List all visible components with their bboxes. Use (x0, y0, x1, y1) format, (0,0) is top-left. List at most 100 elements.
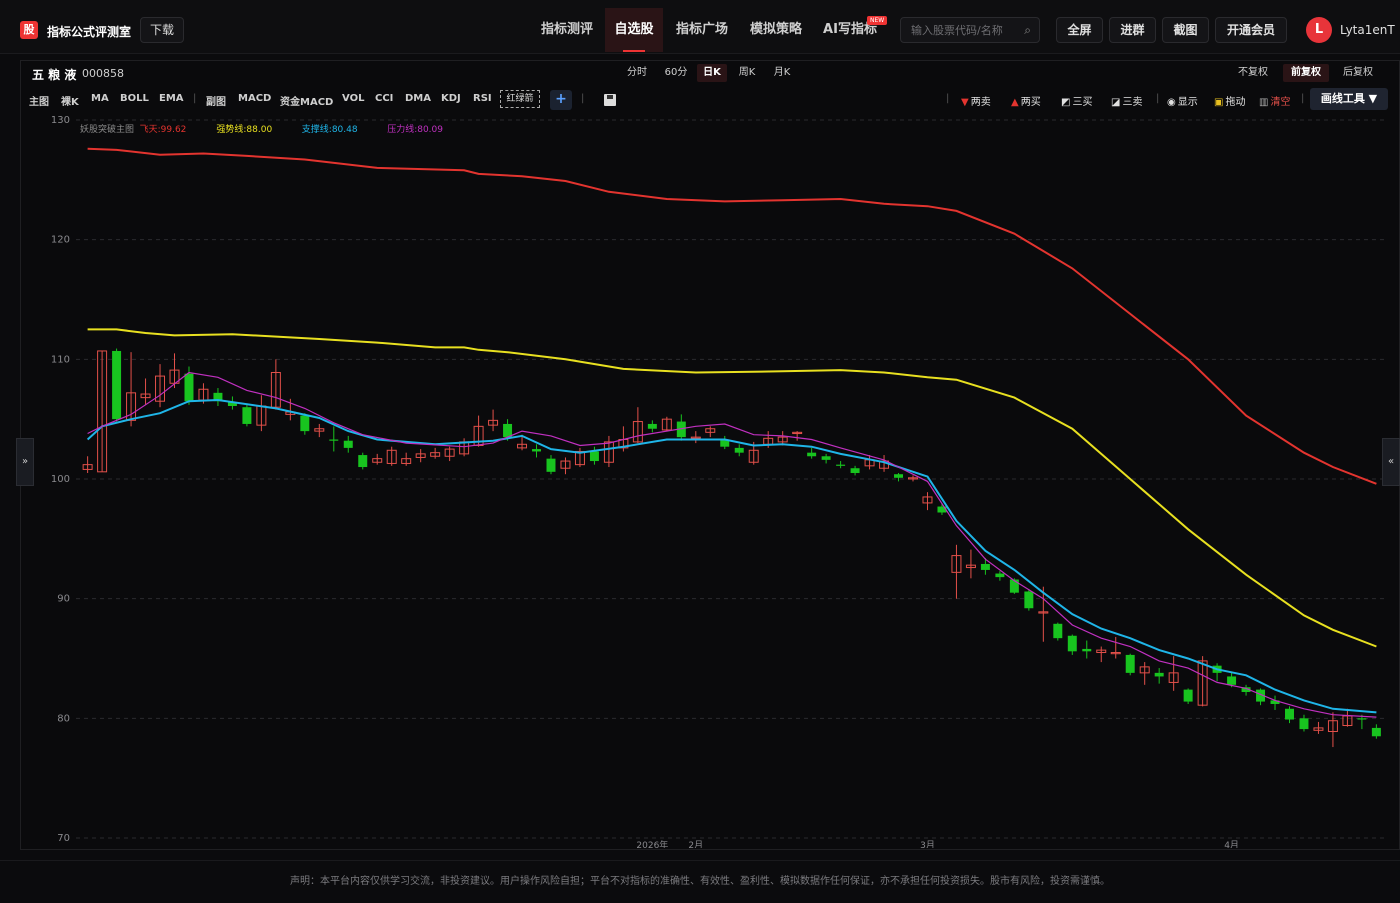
candle-body-down (894, 474, 904, 478)
stock-search[interactable]: ⌕ (900, 17, 1040, 43)
period-weekly[interactable]: 周K (733, 64, 761, 82)
legend-item: 飞天:99.62 (140, 124, 187, 135)
adjust-forward[interactable]: 前复权 (1283, 64, 1329, 82)
toolbar-separator: | (1156, 93, 1160, 104)
search-icon[interactable]: ⌕ (1024, 23, 1031, 38)
drawing-tools-dropdown[interactable]: 画线工具 ▼ (1310, 88, 1388, 110)
legend-item: 压力线:80.09 (387, 123, 443, 135)
candle-body-down (995, 573, 1005, 578)
screenshot-button[interactable]: 截图 (1162, 17, 1209, 43)
tool-show[interactable]: ◉ 显示 (1167, 93, 1198, 108)
legend-item: 支撑线:80.48 (302, 123, 358, 135)
candle-body-down (1082, 648, 1092, 652)
candle-body-down (343, 440, 353, 448)
indicator-ema[interactable]: EMA (159, 93, 184, 104)
tool-three-buy-label: 三买 (1072, 97, 1093, 108)
eye-icon: ◉ (1167, 97, 1176, 108)
fullscreen-button[interactable]: 全屏 (1056, 17, 1103, 43)
candle-body-down (358, 455, 368, 468)
y-tick-label: 80 (57, 713, 70, 724)
candle-body-down (734, 447, 744, 453)
toolbar-separator: | (946, 93, 950, 104)
indicator-macd[interactable]: MACD (238, 93, 271, 104)
stock-code: 000858 (82, 67, 124, 80)
y-tick-label: 70 (57, 833, 70, 844)
download-button[interactable]: 下载 (140, 17, 184, 43)
candle-body-down (980, 563, 990, 570)
candle-body-down (300, 415, 310, 432)
candle-body-down (589, 451, 599, 462)
down-triangle-icon: ▼ (961, 97, 969, 108)
tool-three-sell[interactable]: ◪ 三卖 (1111, 93, 1142, 108)
tool-three-buy[interactable]: ◩ 三买 (1061, 93, 1092, 108)
indicator-dma[interactable]: DMA (405, 93, 431, 104)
candle-body-down (1067, 635, 1077, 652)
indicator-vol[interactable]: VOL (342, 93, 364, 104)
search-input[interactable] (911, 22, 1019, 38)
candle-body-down (1371, 727, 1381, 737)
indicator-boll[interactable]: BOLL (120, 93, 149, 104)
adjust-none[interactable]: 不复权 (1233, 64, 1273, 82)
candle-body-down (1183, 689, 1193, 702)
line-chart-down-icon: ◪ (1111, 97, 1121, 108)
y-tick-label: 120 (51, 235, 70, 246)
y-tick-label: 100 (51, 474, 70, 485)
candle-body-down (1357, 718, 1367, 720)
username[interactable]: Lyta1enT (1340, 23, 1395, 37)
nav-ai-write-indicator[interactable]: AI写指标 (814, 8, 886, 52)
candlestick-chart[interactable]: 130 120 110 100 90 80 70 2026年 2月 3月 4月 妖股突破主图 飞天:99… (20, 112, 1400, 848)
nav-simulated-strategy[interactable]: 模拟策略 (740, 8, 812, 52)
up-triangle-icon: ▲ (1011, 97, 1019, 108)
candle-body-down (1053, 623, 1063, 639)
x-tick-label: 2026年 (636, 839, 668, 848)
save-icon[interactable] (604, 94, 616, 106)
indicator-rsi[interactable]: RSI (473, 93, 492, 104)
nav-indicator-square[interactable]: 指标广场 (666, 8, 738, 52)
site-title[interactable]: 指标公式评测室 (47, 23, 131, 40)
series-line (86, 398, 1377, 714)
tool-two-sell[interactable]: ▼ 两卖 (961, 93, 991, 108)
period-daily[interactable]: 日K (697, 64, 727, 82)
logo-icon[interactable]: 股 (20, 21, 38, 39)
avatar[interactable]: L (1306, 17, 1332, 43)
indicator-naked-k[interactable]: 裸K (61, 93, 79, 108)
nav-watchlist[interactable]: 自选股 (605, 8, 663, 52)
candle-body-down (1125, 654, 1135, 673)
candle-body-down (532, 449, 542, 452)
candle-body-down (1299, 718, 1309, 730)
candle-body-down (242, 407, 252, 424)
indicator-fund-macd[interactable]: 资金MACD (280, 93, 333, 108)
y-tick-label: 130 (51, 115, 70, 126)
toolbar-separator: | (581, 93, 585, 104)
right-collapse-tab[interactable]: « (1382, 438, 1400, 486)
adjust-backward[interactable]: 后复权 (1338, 64, 1378, 82)
join-group-button[interactable]: 进群 (1109, 17, 1156, 43)
y-tick-label: 110 (51, 354, 70, 365)
candle-body-down (647, 423, 657, 429)
period-intraday[interactable]: 分时 (622, 64, 652, 82)
tool-show-label: 显示 (1177, 97, 1198, 108)
nav-indicator-review[interactable]: 指标测评 (530, 8, 604, 52)
indicator-red-green-arrow[interactable]: 红绿箭 (500, 90, 540, 108)
add-indicator-button[interactable]: + (550, 90, 572, 110)
tool-clear[interactable]: ▥ 清空 (1259, 93, 1290, 108)
tool-two-buy[interactable]: ▲ 两买 (1011, 93, 1041, 108)
sub-chart-label[interactable]: 副图 (206, 93, 226, 108)
indicator-ma[interactable]: MA (91, 93, 109, 104)
legend-item: 妖股突破主图 (80, 123, 134, 135)
candle-body-down (1285, 708, 1294, 720)
tool-three-sell-label: 三卖 (1122, 97, 1143, 108)
main-chart-label[interactable]: 主图 (29, 93, 49, 108)
left-collapse-tab[interactable]: » (16, 438, 34, 486)
tool-drag[interactable]: ▣ 拖动 (1214, 93, 1245, 108)
line-chart-icon: ◩ (1061, 97, 1071, 108)
period-60min[interactable]: 60分 (660, 64, 692, 82)
candle-body-down (184, 373, 194, 402)
x-tick-label: 3月 (920, 840, 935, 848)
indicator-cci[interactable]: CCI (375, 93, 393, 104)
candle-body-down (329, 439, 339, 441)
period-monthly[interactable]: 月K (768, 64, 796, 82)
series-line (87, 371, 1377, 718)
membership-button[interactable]: 开通会员 (1215, 17, 1287, 43)
indicator-kdj[interactable]: KDJ (441, 93, 461, 104)
